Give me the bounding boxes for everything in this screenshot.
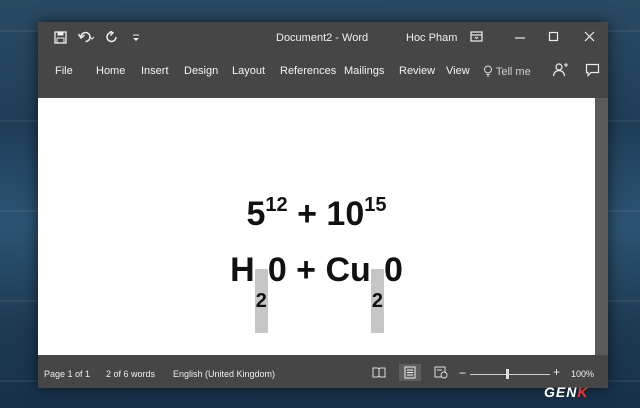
oxygen-text: 0: [383, 251, 403, 289]
base-10: 10: [326, 195, 365, 233]
tab-mailings[interactable]: Mailings: [344, 65, 384, 77]
page-count[interactable]: Page 1 of 1: [44, 369, 90, 379]
watermark-accent: K: [577, 384, 589, 400]
genk-watermark-logo: GENK: [544, 384, 588, 400]
hydrogen-text: H: [230, 251, 255, 289]
tab-view[interactable]: View: [446, 65, 470, 77]
vertical-scrollbar[interactable]: [595, 98, 608, 355]
tab-home[interactable]: Home: [96, 65, 125, 77]
window-title: Document2 - Word: [276, 32, 369, 44]
title-bar: Document2 - Word Hoc Pham: [38, 22, 608, 56]
language-status[interactable]: English (United Kingdom): [173, 369, 275, 379]
close-icon[interactable]: [583, 30, 601, 46]
word-count[interactable]: 2 of 6 words: [106, 369, 155, 379]
maximize-icon[interactable]: [547, 30, 565, 46]
equation-line-2: H20 + Cu20: [38, 250, 595, 333]
undo-icon[interactable]: [78, 31, 96, 47]
watermark-text: GEN: [544, 384, 578, 400]
print-layout-icon[interactable]: [399, 364, 421, 381]
superscript-12: 12: [265, 194, 288, 216]
status-bar: Page 1 of 1 2 of 6 words English (United…: [38, 355, 608, 388]
word-window: Document2 - Word Hoc Pham File Home Inse…: [38, 22, 608, 388]
web-layout-icon[interactable]: [434, 366, 450, 379]
tell-me-box[interactable]: Tell me: [483, 65, 531, 78]
share-user-icon[interactable]: [552, 62, 568, 81]
plus-sign: +: [297, 195, 317, 233]
tab-file[interactable]: File: [55, 65, 73, 77]
tab-review[interactable]: Review: [399, 65, 435, 77]
tab-design[interactable]: Design: [184, 65, 218, 77]
lightbulb-icon: [484, 65, 492, 77]
comments-icon[interactable]: [585, 63, 600, 80]
zoom-slider-thumb[interactable]: [506, 369, 509, 379]
read-mode-icon[interactable]: [372, 366, 388, 379]
customize-icon[interactable]: [132, 31, 140, 47]
selected-subscript-2[interactable]: 2: [254, 269, 268, 333]
middle-text: 0 + Cu: [267, 251, 371, 289]
zoom-level[interactable]: 100%: [571, 369, 594, 379]
zoom-slider[interactable]: [470, 374, 550, 375]
tab-layout[interactable]: Layout: [232, 65, 265, 77]
equation-line-1: 512 + 1015: [38, 194, 595, 239]
user-name[interactable]: Hoc Pham: [406, 32, 457, 44]
tell-me-label: Tell me: [495, 66, 531, 78]
base-5: 5: [246, 195, 266, 233]
ribbon-display-icon[interactable]: [470, 30, 488, 46]
redo-icon[interactable]: [106, 31, 119, 47]
document-page[interactable]: 512 + 1015 H20 + Cu20: [38, 98, 595, 355]
minimize-icon[interactable]: [513, 30, 531, 46]
tab-insert[interactable]: Insert: [141, 65, 169, 77]
selected-subscript-2b[interactable]: 2: [370, 269, 384, 333]
superscript-15: 15: [364, 194, 387, 216]
tab-references[interactable]: References: [280, 65, 336, 77]
zoom-in-icon[interactable]: +: [553, 365, 560, 379]
save-icon[interactable]: [54, 31, 67, 47]
ribbon-tabs: File Home Insert Design Layout Reference…: [38, 56, 608, 96]
zoom-out-icon[interactable]: −: [459, 366, 466, 380]
